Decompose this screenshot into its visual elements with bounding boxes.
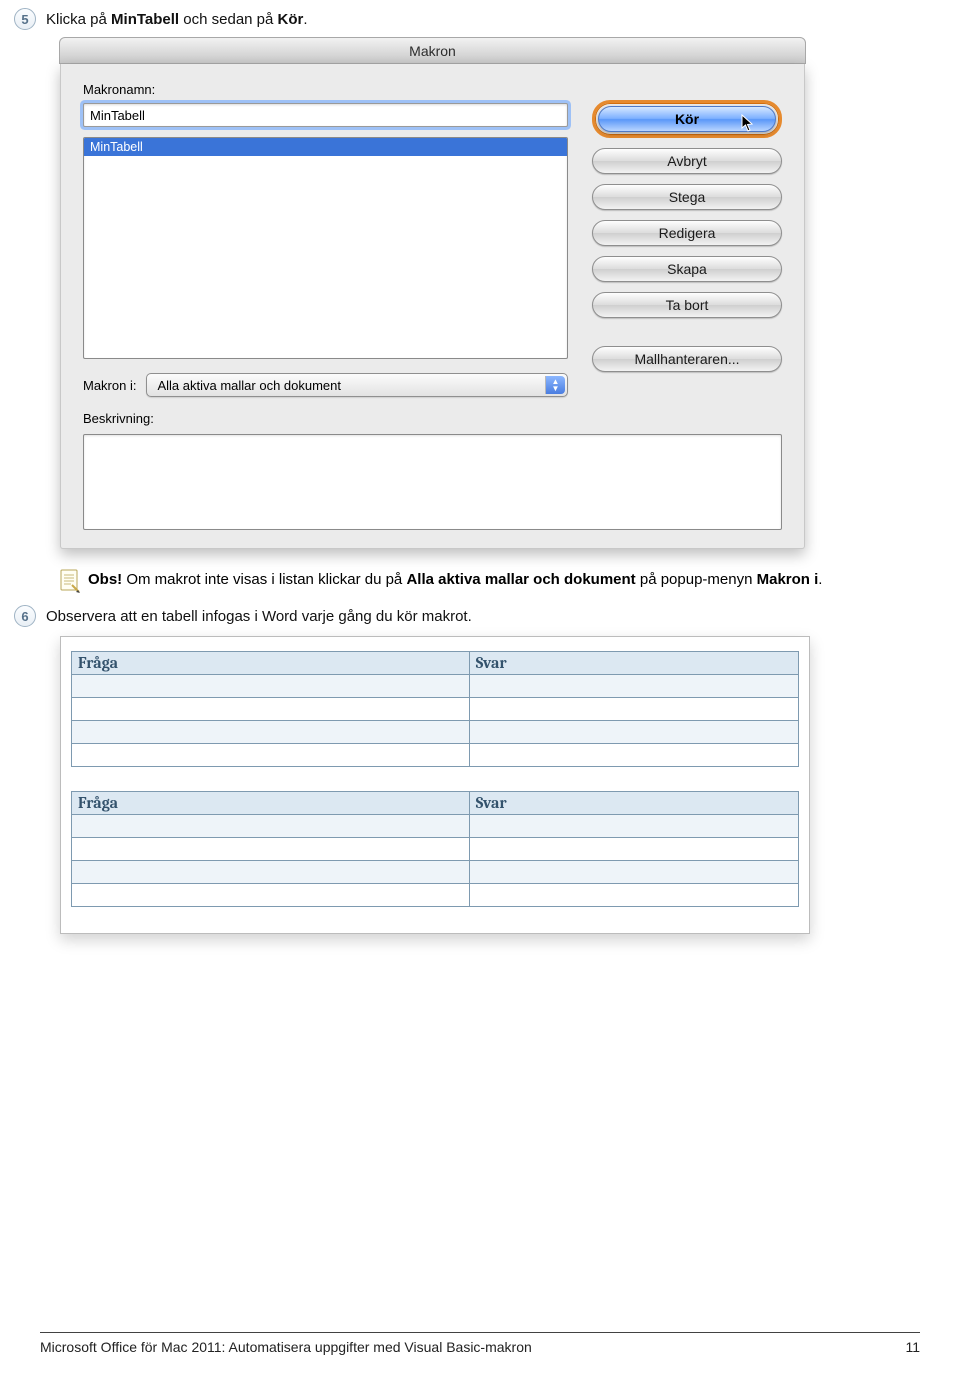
step-6: 6 Observera att en tabell infogas i Word… xyxy=(14,607,920,627)
txt: . xyxy=(303,11,307,28)
description-box[interactable] xyxy=(83,434,782,530)
note-text: Obs! Om makrot inte visas i listan klick… xyxy=(88,569,822,590)
note-icon xyxy=(60,569,80,593)
macro-list-item[interactable]: MinTabell xyxy=(84,138,567,156)
step-5: 5 Klicka på MinTabell och sedan på Kör. xyxy=(14,10,920,30)
step-button[interactable]: Stega xyxy=(592,184,782,210)
table-row xyxy=(72,837,799,860)
macro-name-label: Makronamn: xyxy=(83,82,568,97)
txt-bold: MinTabell xyxy=(111,11,179,28)
cancel-button[interactable]: Avbryt xyxy=(592,148,782,174)
t: på popup-menyn xyxy=(636,571,757,588)
t: Om makrot inte visas i listan klickar du… xyxy=(126,571,406,588)
macros-in-popup[interactable]: Alla aktiva mallar och dokument ▲▼ xyxy=(146,373,568,397)
note: Obs! Om makrot inte visas i listan klick… xyxy=(60,569,880,593)
macros-in-label: Makron i: xyxy=(83,378,136,393)
edit-button[interactable]: Redigera xyxy=(592,220,782,246)
macro-list[interactable]: MinTabell xyxy=(83,137,568,359)
step-5-text: Klicka på MinTabell och sedan på Kör. xyxy=(46,10,308,30)
cursor-icon xyxy=(741,114,755,132)
macro-name-input[interactable] xyxy=(83,103,568,127)
table-row xyxy=(72,814,799,837)
step-6-text: Observera att en tabell infogas i Word v… xyxy=(46,607,472,627)
txt-bold: Kör xyxy=(278,11,304,28)
popup-arrows-icon: ▲▼ xyxy=(545,376,565,394)
t: . xyxy=(818,571,822,588)
table-row xyxy=(72,697,799,720)
page-footer: Microsoft Office för Mac 2011: Automatis… xyxy=(40,1332,920,1355)
step-badge-6: 6 xyxy=(14,605,36,627)
organizer-button[interactable]: Mallhanteraren... xyxy=(592,346,782,372)
table-row xyxy=(72,883,799,906)
run-button-highlight: Kör xyxy=(592,100,782,138)
page-number: 11 xyxy=(905,1339,920,1355)
description-label: Beskrivning: xyxy=(83,411,782,426)
footer-title: Microsoft Office för Mac 2011: Automatis… xyxy=(40,1339,532,1355)
macro-dialog-screenshot: Makron Makronamn: MinTabell Makron i: Al… xyxy=(60,37,805,549)
word-table-1: FrågaSvar xyxy=(71,651,799,767)
word-tables-screenshot: FrågaSvar FrågaSvar xyxy=(60,636,810,934)
run-button[interactable]: Kör xyxy=(598,106,776,132)
delete-button[interactable]: Ta bort xyxy=(592,292,782,318)
table-row xyxy=(72,860,799,883)
macros-in-value: Alla aktiva mallar och dokument xyxy=(157,378,341,393)
b: Alla aktiva mallar och dokument xyxy=(406,571,635,588)
txt: och sedan på xyxy=(179,11,277,28)
step-badge-5: 5 xyxy=(14,8,36,30)
th-col1: Fråga xyxy=(72,651,470,674)
th-col2: Svar xyxy=(469,651,798,674)
word-table-2: FrågaSvar xyxy=(71,791,799,907)
th-col1: Fråga xyxy=(72,791,470,814)
create-button[interactable]: Skapa xyxy=(592,256,782,282)
dialog-title: Makron xyxy=(59,37,806,64)
b: Makron i xyxy=(757,571,819,588)
table-row xyxy=(72,743,799,766)
txt: Klicka på xyxy=(46,11,111,28)
note-lead: Obs! xyxy=(88,571,122,588)
th-col2: Svar xyxy=(469,791,798,814)
table-row xyxy=(72,720,799,743)
run-button-label: Kör xyxy=(675,111,699,127)
table-row xyxy=(72,674,799,697)
